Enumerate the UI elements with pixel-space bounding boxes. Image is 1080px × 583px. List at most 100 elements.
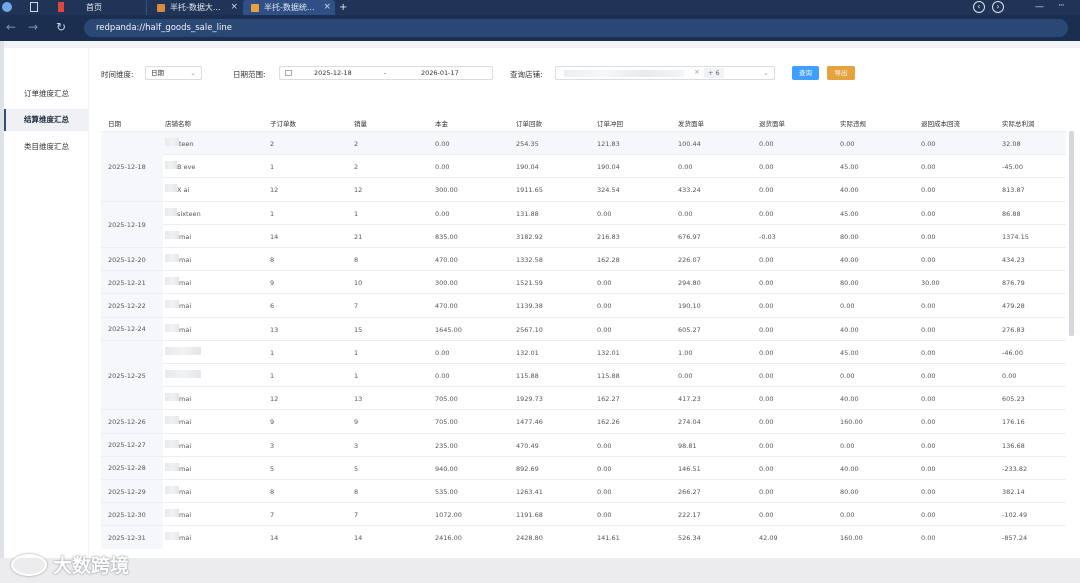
table-cell: 470.00 [435,256,458,264]
table-row: 1 1 0.00 132.01 132.01 1.00 0.00 45.00 0.00 -46.0… [101,339,1066,363]
date-label: 2025-12-24 [108,325,146,334]
table-cell: 433.24 [678,186,701,195]
table-cell: -233.82 [1002,464,1028,473]
store-tag-redacted [564,70,684,77]
close-icon[interactable]: × [694,68,700,76]
date-label: 2025-12-31 [108,533,146,542]
bookmark-icon[interactable] [58,2,64,12]
table-cell: 12 [270,186,279,195]
table-cell: 0.00 [921,256,936,264]
table-cell: 470.49 [516,441,539,450]
date-cell: 2025-12-21 [101,270,163,294]
refresh-icon[interactable]: ↻ [56,21,66,33]
column-header: 退回成本回流 [921,120,960,128]
sidebar-item-category-summary[interactable]: 类目维度汇总 [4,136,88,158]
table-cell: 0.00 [759,395,774,404]
tab-home-label: 首页 [86,3,102,12]
column-header: 子订单数 [270,120,296,128]
table-cell: 535.00 [435,488,458,496]
date-range-picker[interactable]: 2025-12-18 - 2026-01-17 [279,66,493,80]
table-cell: 2 [354,140,359,148]
date-cell: 2025-12-22 [101,293,163,317]
export-button[interactable]: 导出 [827,66,855,80]
table-row: mai 7 7 1072.00 1191.68 0.00 222.17 0.00 0.00 0.0… [101,502,1066,525]
table-row: mai 5 5 940.00 892.69 0.00 146.51 0.00 40.00 0.00… [101,455,1066,479]
table-cell: 100.44 [678,140,701,148]
time-dimension-select[interactable]: 日期 ⌄ [145,66,202,80]
minimize-icon[interactable]: — [1035,2,1044,12]
column-header: 发货面单 [678,120,704,128]
table-cell: 1139.38 [516,302,543,311]
table-cell: 0.00 [597,464,612,473]
table-cell: 40.00 [840,325,859,334]
table-cell: 0.00 [840,511,855,520]
query-button[interactable]: 查询 [792,66,819,80]
back-icon[interactable]: ← [6,21,16,33]
url-input[interactable]: redpanda://half_goods_sale_line [84,19,1068,37]
forward-icon[interactable]: → [28,21,38,33]
chevron-left-icon[interactable]: ‹ [973,1,985,13]
store-select[interactable]: × + 6 ⌄ [555,66,775,80]
table-cell: 434.23 [1002,256,1025,264]
table-cell: 1929.73 [516,395,543,404]
store-name-redacted [165,462,179,471]
table-row: mai 14 21 835.00 3182.92 216.83 676.97 -0.03 80.… [101,223,1066,247]
table-cell: 162.28 [597,256,620,264]
table-cell: 15 [354,325,363,334]
table-cell: -857.24 [1002,534,1028,543]
store-name: mai [179,256,192,264]
copy-icon[interactable] [30,2,38,12]
store-name-redacted [165,254,179,262]
date-start[interactable]: 2025-12-18 [314,67,352,79]
table-cell: 80.00 [840,232,859,241]
table-cell: 0.00 [921,441,936,450]
table-cell: 0.00 [597,488,612,496]
store-name-redacted [165,138,179,146]
table-cell: 160.00 [840,534,863,543]
tab-data-stats[interactable]: 半托-数据统... × [243,0,335,15]
date-cell: 2025-12-25 [101,339,163,410]
watermark: 大数跨境 [11,551,129,578]
sidebar-item-order-summary[interactable]: 订单维度汇总 [4,83,88,105]
table-cell: 1521.59 [516,279,543,288]
table-cell: 0.00 [759,418,774,427]
close-icon[interactable]: × [323,2,331,12]
more-icon[interactable]: ··· [1058,1,1065,11]
date-end[interactable]: 2026-01-17 [421,67,459,79]
table-cell: 6 [270,302,275,311]
store-name-redacted [165,323,179,332]
table-cell: 2567.10 [516,325,543,334]
table-cell: 294.80 [678,279,701,288]
table-cell: 8 [270,256,275,264]
table-cell: 0.00 [840,372,855,380]
table-cell: 45.00 [840,163,859,172]
date-label: 2025-12-29 [108,487,146,496]
date-label: 2025-12-19 [108,220,146,229]
chevron-right-icon[interactable]: › [992,1,1004,13]
table-row: mai 8 8 535.00 1263.41 0.00 266.27 0.00 80.00 0.0… [101,479,1066,502]
table-cell: 13 [270,325,279,334]
table-row: X ai 12 12 300.00 1911.65 324.54 433.24 0.00 40.… [101,177,1066,200]
store-name: X ai [177,186,190,195]
browser-tab-bar: 首页 半托-数据大... × 半托-数据统... × + ‹ › — ··· [0,0,1080,15]
table-cell: 132.01 [597,348,620,357]
table-cell: 12 [354,186,363,195]
table-cell: 1.00 [678,348,693,357]
store-name-redacted [165,207,177,216]
store-name: mai [179,534,192,543]
date-cell: 2025-12-30 [101,502,163,526]
new-tab-button[interactable]: + [339,0,347,15]
tab-data-dashboard[interactable]: 半托-数据大... × [146,0,242,15]
scrollbar[interactable] [1069,131,1074,336]
close-icon[interactable]: × [230,2,238,12]
time-dimension-value: 日期 [151,69,164,77]
page-icon [157,3,165,12]
sidebar-item-settlement-summary[interactable]: 结算维度汇总 [4,109,88,131]
table-cell: 162.27 [597,395,620,404]
tab-home[interactable]: 首页 [72,0,142,15]
browser-logo-icon[interactable] [2,2,12,12]
table-cell: 131.88 [516,209,539,218]
table-cell: 98.81 [678,441,697,450]
table-cell: 0.00 [921,534,936,543]
store-name: mai [179,232,192,241]
